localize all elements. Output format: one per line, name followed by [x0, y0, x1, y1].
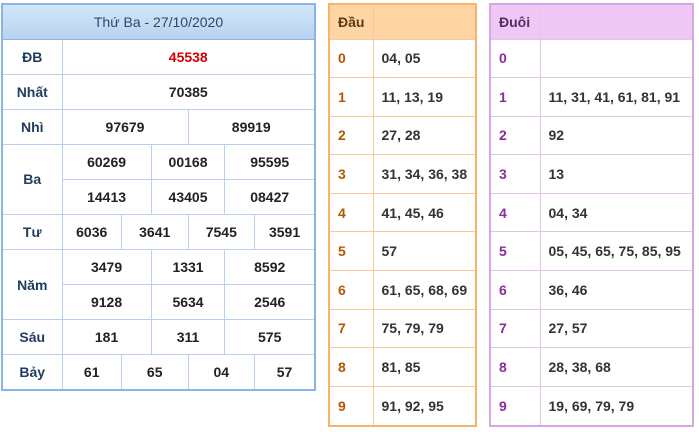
prize-number: 70385	[61, 73, 316, 110]
digit-values: 05, 45, 65, 75, 85, 95	[539, 231, 694, 271]
digit-cell: 5	[489, 231, 541, 271]
digit-cell: 0	[328, 38, 374, 79]
tail-column-title: Đuôi	[489, 3, 541, 40]
digit-cell: 6	[328, 269, 374, 310]
head-column-blank	[372, 3, 477, 40]
prize-number: 65	[120, 354, 189, 391]
digit-values	[539, 38, 694, 79]
digit-values: 27, 28	[372, 115, 477, 156]
digit-cell: 8	[328, 347, 374, 387]
digit-cell: 5	[328, 231, 374, 271]
prize-label-ba: Ba	[1, 143, 63, 215]
prize-number: 43405	[150, 178, 226, 215]
prize-number: 8592	[224, 249, 316, 286]
digit-cell: 4	[489, 192, 541, 233]
digit-values: 81, 85	[372, 347, 477, 387]
digit-cell: 3	[328, 154, 374, 194]
digit-cell: 1	[328, 77, 374, 117]
digit-cell: 8	[489, 347, 541, 387]
prize-number: 57	[254, 354, 316, 391]
digit-values: 31, 34, 36, 38	[372, 154, 477, 194]
digit-cell: 2	[489, 115, 541, 156]
prize-number: 6036	[61, 213, 122, 251]
lottery-results-table: Thứ Ba - 27/10/2020 ĐB 45538 Nhất 70385 …	[1, 3, 316, 391]
digit-cell: 6	[489, 269, 541, 310]
prize-label-nhat: Nhất	[1, 73, 63, 110]
digit-cell: 7	[328, 308, 374, 349]
prize-number: 1331	[150, 249, 226, 286]
prize-number: 04	[187, 354, 256, 391]
tail-column-blank	[539, 3, 694, 40]
digit-values: 13	[539, 154, 694, 194]
digit-cell: 4	[328, 192, 374, 233]
digit-cell: 3	[489, 154, 541, 194]
prize-number: 95595	[224, 143, 316, 180]
digit-cell: 1	[489, 77, 541, 117]
digit-cell: 7	[489, 308, 541, 349]
digit-values: 91, 92, 95	[372, 385, 477, 427]
digit-values: 41, 45, 46	[372, 192, 477, 233]
digit-values: 19, 69, 79, 79	[539, 385, 694, 427]
prize-label-bay: Bảy	[1, 354, 63, 391]
tail-digit-table: Đuôi 0 1 11, 31, 41, 61, 81, 91 2 92 3 13 4…	[489, 3, 694, 427]
prize-number: 14413	[61, 178, 152, 215]
digit-values: 92	[539, 115, 694, 156]
prize-label-db: ĐB	[1, 38, 63, 75]
digit-cell: 2	[328, 115, 374, 156]
digit-values: 04, 05	[372, 38, 477, 79]
prize-number: 2546	[224, 284, 316, 321]
digit-values: 28, 38, 68	[539, 347, 694, 387]
digit-values: 04, 34	[539, 192, 694, 233]
prize-number: 575	[224, 319, 316, 356]
results-date-header: Thứ Ba - 27/10/2020	[2, 4, 315, 40]
prize-number: 60269	[61, 143, 152, 180]
prize-number: 5634	[150, 284, 226, 321]
prize-label-sau: Sáu	[1, 319, 63, 356]
prize-number: 97679	[61, 108, 189, 145]
prize-number: 181	[61, 319, 152, 356]
digit-values: 11, 31, 41, 61, 81, 91	[539, 77, 694, 117]
digit-values: 11, 13, 19	[372, 77, 477, 117]
digit-values: 27, 57	[539, 308, 694, 349]
digit-values: 36, 46	[539, 269, 694, 310]
prize-number: 3479	[61, 249, 152, 286]
prize-number: 89919	[187, 108, 316, 145]
prize-label-nhi: Nhì	[1, 108, 63, 145]
prize-number: 00168	[150, 143, 226, 180]
digit-cell: 0	[489, 38, 541, 79]
prize-number: 9128	[61, 284, 152, 321]
prize-label-nam: Năm	[1, 249, 63, 321]
prize-number: 7545	[187, 213, 256, 251]
prize-number: 3641	[120, 213, 189, 251]
digit-cell: 9	[328, 385, 374, 427]
prize-number: 3591	[254, 213, 316, 251]
digit-values: 57	[372, 231, 477, 271]
digit-cell: 9	[489, 385, 541, 427]
special-prize-number: 45538	[61, 38, 316, 75]
digit-values: 61, 65, 68, 69	[372, 269, 477, 310]
prize-number: 61	[61, 354, 122, 391]
head-digit-table: Đầu 0 04, 05 1 11, 13, 19 2 27, 28 3 31, 34,…	[328, 3, 477, 427]
prize-number: 311	[150, 319, 226, 356]
head-column-title: Đầu	[328, 3, 374, 40]
prize-label-tu: Tư	[1, 213, 63, 251]
prize-number: 08427	[224, 178, 316, 215]
digit-values: 75, 79, 79	[372, 308, 477, 349]
